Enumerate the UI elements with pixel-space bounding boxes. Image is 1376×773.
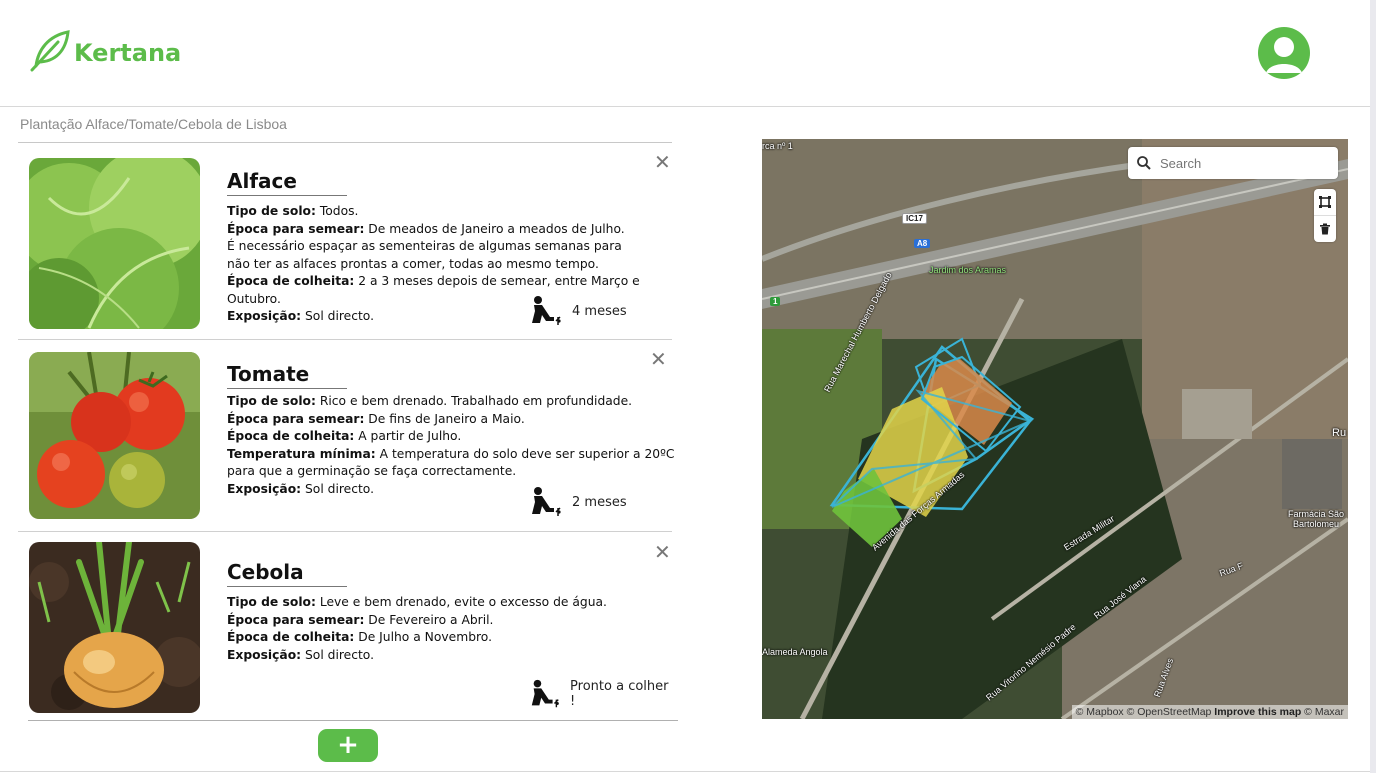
harvest-time: 2 meses bbox=[528, 486, 627, 518]
harvest-time: Pronto a colher ! bbox=[528, 678, 672, 710]
harvest-time-label: 2 meses bbox=[572, 494, 627, 510]
map-search-input[interactable] bbox=[1158, 154, 1332, 172]
map-poi-label: Jardim dos Aramas bbox=[929, 265, 1007, 275]
polygon-icon bbox=[1319, 196, 1331, 208]
map-attribution: © Mapbox © OpenStreetMap Improve this ma… bbox=[1071, 705, 1348, 719]
crop-description: Tipo de solo: Rico e bem drenado. Trabal… bbox=[227, 394, 675, 496]
logo[interactable]: Kertana bbox=[28, 28, 181, 72]
search-icon bbox=[1137, 156, 1151, 170]
harvest-time-label: 4 meses bbox=[572, 303, 627, 319]
harvest-time-label: Pronto a colher ! bbox=[570, 679, 669, 709]
trash-icon bbox=[1320, 223, 1330, 235]
tomate-image bbox=[29, 352, 200, 519]
draw-polygon-button[interactable] bbox=[1314, 189, 1336, 215]
divider bbox=[0, 771, 1370, 772]
crop-card-alface: Alface Tipo de solo: Todos. Época para s… bbox=[18, 143, 672, 340]
map-label: Ru bbox=[1332, 427, 1347, 439]
map-place-label: Alameda Angola bbox=[762, 647, 828, 657]
remove-crop-button[interactable]: ✕ bbox=[650, 349, 667, 369]
crop-title: Alface bbox=[227, 169, 347, 196]
road-shield: A8 bbox=[914, 239, 931, 248]
draw-toolbar bbox=[1314, 189, 1336, 242]
user-icon bbox=[1266, 37, 1302, 73]
breadcrumb: Plantação Alface/Tomate/Cebola de Lisboa bbox=[20, 116, 287, 132]
attribution-maxar[interactable]: © Maxar bbox=[1304, 706, 1344, 718]
map-search[interactable] bbox=[1128, 147, 1338, 179]
road-shield: IC17 bbox=[902, 213, 927, 224]
crop-description: Tipo de solo: Leve e bem drenado, evite … bbox=[227, 595, 607, 662]
attribution-mapbox[interactable]: © Mapbox bbox=[1076, 706, 1124, 718]
app-name: Kertana bbox=[74, 39, 182, 67]
add-crop-button[interactable]: + bbox=[318, 729, 378, 762]
delete-shape-button[interactable] bbox=[1314, 215, 1336, 242]
app-header: Kertana bbox=[0, 0, 1370, 107]
road-shield: 1 bbox=[770, 297, 781, 306]
map-imagery[interactable] bbox=[762, 139, 1348, 719]
gardener-icon bbox=[532, 487, 561, 516]
map-label: rca nº 1 bbox=[762, 141, 793, 151]
improve-map-link[interactable]: Improve this map bbox=[1214, 706, 1301, 718]
crop-title: Tomate bbox=[227, 362, 347, 389]
satellite-map[interactable]: Rua Marechal Humberto Delgado Avenida da… bbox=[762, 139, 1348, 719]
map-poi-label: Farmácia São Bartolomeu bbox=[1287, 509, 1345, 529]
leaf-icon bbox=[30, 30, 70, 72]
remove-crop-button[interactable]: ✕ bbox=[654, 542, 671, 562]
crop-card-cebola: Cebola Tipo de solo: Leve e bem drenado,… bbox=[18, 532, 672, 720]
attribution-osm[interactable]: © OpenStreetMap bbox=[1127, 706, 1212, 718]
page-scrollbar[interactable] bbox=[1370, 0, 1376, 773]
user-avatar[interactable] bbox=[1258, 27, 1310, 79]
crop-card-tomate: Tomate Tipo de solo: Rico e bem drenado.… bbox=[18, 340, 674, 532]
cebola-image bbox=[29, 542, 200, 713]
remove-crop-button[interactable]: ✕ bbox=[654, 152, 671, 172]
gardener-icon bbox=[531, 679, 559, 708]
divider bbox=[28, 720, 678, 721]
gardener-icon bbox=[532, 296, 561, 325]
harvest-time: 4 meses bbox=[528, 295, 627, 327]
crop-title: Cebola bbox=[227, 560, 347, 587]
alface-image bbox=[29, 158, 200, 329]
